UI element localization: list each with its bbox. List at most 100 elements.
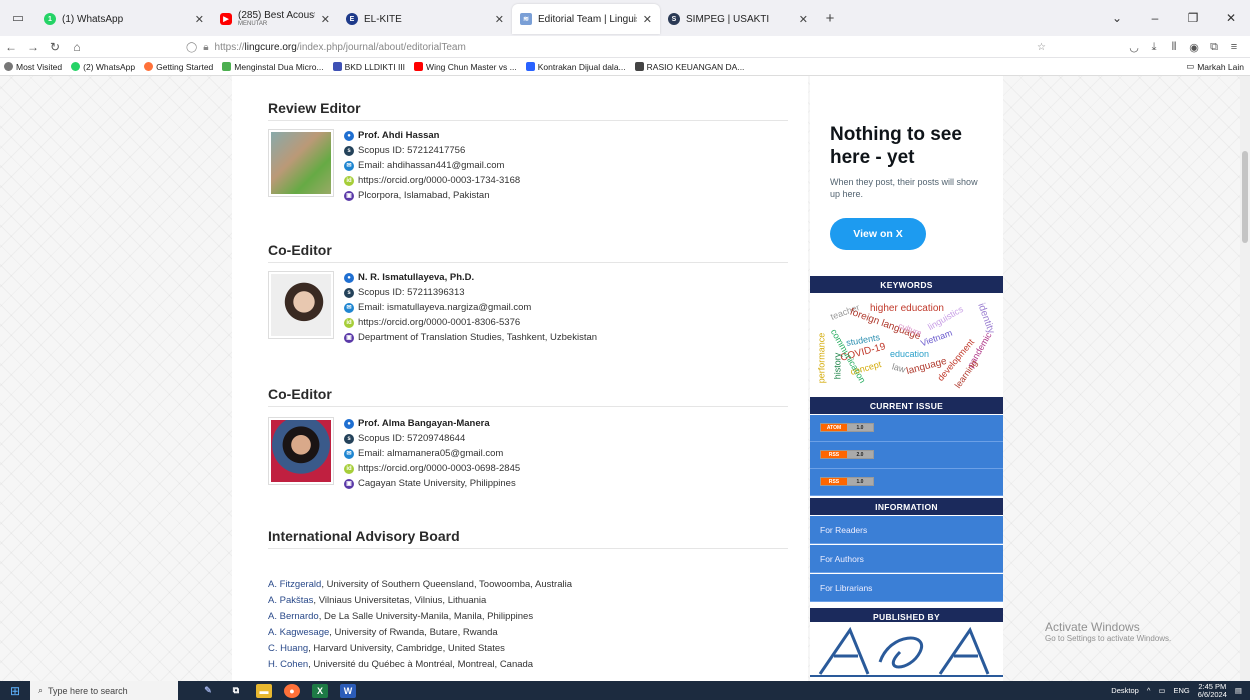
editor-card: ● N. R. Ismatullayeva, Ph.D. s Scopus ID: …	[268, 271, 597, 344]
close-window-button[interactable]: ✕	[1212, 11, 1250, 25]
orcid-icon: id	[344, 317, 354, 328]
main-content: Review Editor ● Prof. Ahdi Hassan s Scopus…	[232, 76, 808, 681]
for-librarians-link[interactable]: For Librarians	[810, 574, 1003, 602]
keyword[interactable]: history	[832, 353, 842, 380]
extensions-icon[interactable]: ⧉	[1204, 41, 1224, 54]
publisher-logo[interactable]	[810, 622, 1003, 681]
account-icon[interactable]: ◉	[1184, 41, 1204, 54]
rss2-feed-row: RSS 2.0	[810, 442, 1003, 469]
bookmark-other[interactable]: ▭ Markah Lain	[1186, 61, 1244, 72]
keyword[interactable]: higher education	[870, 303, 944, 314]
editor-email[interactable]: Email: almamanera05@gmail.com	[358, 448, 503, 459]
news-widget-icon[interactable]: ✎	[200, 684, 216, 698]
orcid-link[interactable]: https://orcid.org/0000-0003-1734-3168	[358, 175, 520, 186]
editor-card: ● Prof. Alma Bangayan-Manera s Scopus ID: …	[268, 417, 520, 490]
tab-youtube[interactable]: ▶ (285) Best Acoustic Songs CoveMENUTAR …	[212, 4, 338, 34]
library-icon[interactable]: ⫴	[1164, 41, 1184, 54]
editor-email[interactable]: Email: ahdihassan441@gmail.com	[358, 160, 504, 171]
tab-editorial-team[interactable]: ≋ Editorial Team | Linguistics and ✕	[512, 4, 660, 34]
firefox-icon[interactable]: ●	[284, 683, 300, 698]
keyword[interactable]: law	[891, 361, 907, 374]
close-tab-icon[interactable]: ✕	[321, 13, 330, 26]
language-indicator[interactable]: ENG	[1173, 686, 1189, 695]
file-explorer-icon[interactable]: ▬	[256, 683, 272, 698]
affiliation: Plcorpora, Islamabad, Pakistan	[358, 190, 490, 201]
x-empty-subtitle: When they post, their posts will show up…	[830, 177, 978, 199]
menu-icon[interactable]: ≡	[1224, 41, 1244, 53]
bookmark-menginstal[interactable]: Menginstal Dua Micro...	[222, 62, 324, 72]
for-authors-link[interactable]: For Authors	[810, 545, 1003, 573]
email-icon: ✉	[344, 302, 354, 313]
excel-icon[interactable]: X	[312, 683, 328, 698]
url-bar[interactable]: ◯ 🔒︎ https://lingcure.org/index.php/jour…	[186, 37, 1046, 57]
keyword[interactable]: Vietnam	[919, 328, 953, 349]
bookmark-getting-started[interactable]: Getting Started	[144, 62, 213, 72]
desktop-toolbar[interactable]: Desktop	[1111, 686, 1139, 695]
site-icon	[222, 62, 232, 71]
bookmark-rasio[interactable]: RASIO KEUANGAN DA...	[634, 62, 744, 72]
task-view-icon[interactable]: ⧉	[228, 684, 244, 698]
atom-feed-badge[interactable]: ATOM 1.0	[820, 423, 874, 432]
simpeg-icon: S	[668, 13, 680, 25]
editor-email[interactable]: Email: ismatullayeva.nargiza@gmail.com	[358, 302, 531, 313]
close-tab-icon[interactable]: ✕	[643, 13, 652, 26]
for-readers-link[interactable]: For Readers	[810, 516, 1003, 544]
bookmark-bkd[interactable]: BKD LLDIKTI III	[332, 62, 405, 72]
atom-feed-row: ATOM 1.0	[810, 415, 1003, 442]
user-icon: ●	[344, 272, 354, 283]
restore-button[interactable]: ❐	[1174, 11, 1212, 25]
home-icon[interactable]: ⌂	[66, 40, 88, 54]
site-icon	[525, 62, 535, 71]
word-icon[interactable]: W	[340, 683, 356, 698]
scopus-icon: s	[344, 145, 354, 156]
user-icon: ●	[344, 130, 354, 141]
bookmark-whatsapp[interactable]: (2) WhatsApp	[71, 62, 135, 72]
search-placeholder: Type here to search	[48, 685, 128, 696]
bookmark-most-visited[interactable]: Most Visited	[4, 62, 62, 72]
building-icon: ▣	[344, 478, 354, 489]
back-icon[interactable]: ←	[0, 40, 22, 54]
chevron-up-icon[interactable]: ^	[1147, 686, 1151, 695]
tab-simpeg[interactable]: S SIMPEG | USAKTI ✕	[660, 4, 816, 34]
divider	[268, 548, 788, 549]
taskbar-search[interactable]: ⌕ Type here to search	[30, 681, 178, 700]
notification-icon[interactable]: ▤	[1235, 686, 1242, 695]
scrollbar-thumb[interactable]	[1242, 151, 1248, 243]
clock[interactable]: 2:45 PM 6/6/2024	[1198, 682, 1227, 699]
pocket-icon[interactable]: ◡	[1124, 41, 1144, 54]
windows-start-icon[interactable]: ⊞	[0, 681, 30, 700]
keyword[interactable]: education	[890, 349, 929, 359]
forward-icon[interactable]: →	[22, 40, 44, 54]
editor-photo	[268, 129, 334, 197]
email-icon: ✉	[344, 448, 354, 459]
reload-icon[interactable]: ↻	[44, 40, 66, 54]
keyword-cloud: teacher higher education identity foreig…	[810, 293, 1003, 393]
download-icon[interactable]: ⤓	[1144, 41, 1164, 54]
bookmark-kontrakan[interactable]: Kontrakan Dijual dala...	[525, 62, 626, 72]
tab-list-icon[interactable]: ▭	[0, 0, 36, 36]
keyword[interactable]: performance	[816, 333, 826, 384]
orcid-link[interactable]: https://orcid.org/0000-0001-8306-5376	[358, 317, 520, 328]
youtube-icon: ▶	[220, 13, 232, 25]
orcid-link[interactable]: https://orcid.org/0000-0003-0698-2845	[358, 463, 520, 474]
close-tab-icon[interactable]: ✕	[495, 13, 504, 26]
chevron-down-icon[interactable]: ⌄	[1098, 11, 1136, 25]
network-icon[interactable]: ▭	[1158, 686, 1165, 695]
scopus-icon: s	[344, 433, 354, 444]
new-tab-button[interactable]: +	[816, 10, 844, 27]
section-title: Co-Editor	[268, 242, 332, 258]
tab-whatsapp[interactable]: 1 (1) WhatsApp ✕	[36, 4, 212, 34]
minimize-button[interactable]: –	[1136, 11, 1174, 25]
bookmark-wing-chun[interactable]: Wing Chun Master vs ...	[414, 62, 517, 72]
view-on-x-button[interactable]: View on X	[830, 218, 926, 250]
close-tab-icon[interactable]: ✕	[195, 13, 204, 26]
tab-el-kite[interactable]: E EL-KITE ✕	[338, 4, 512, 34]
star-icon[interactable]: ☆	[1037, 42, 1046, 53]
rss2-feed-badge[interactable]: RSS 2.0	[820, 450, 874, 459]
page-scrollbar[interactable]	[1240, 76, 1250, 681]
el-kite-icon: E	[346, 13, 358, 25]
journal-icon: ≋	[520, 13, 532, 25]
tab-title: EL-KITE	[364, 13, 402, 25]
close-tab-icon[interactable]: ✕	[799, 13, 808, 26]
rss1-feed-badge[interactable]: RSS 1.0	[820, 477, 874, 486]
